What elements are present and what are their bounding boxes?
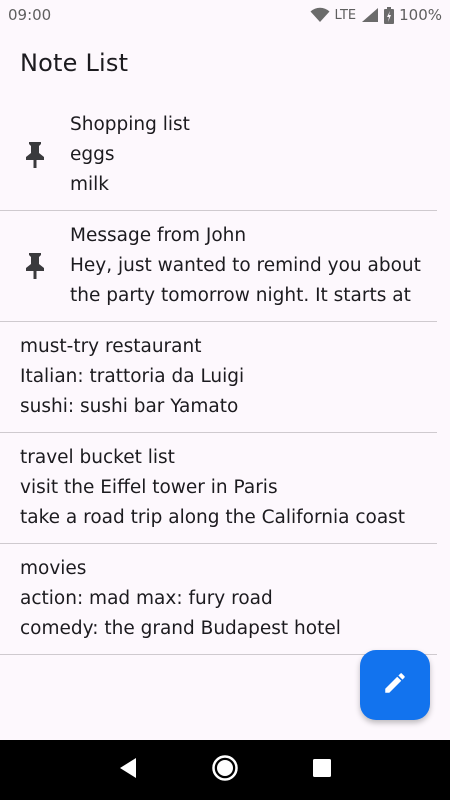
signal-icon bbox=[361, 7, 379, 23]
note-body-line: comedy: the grand Budapest hotel bbox=[20, 618, 341, 639]
note-text: movies action: mad max: fury road comedy… bbox=[0, 554, 341, 644]
edit-pencil-icon bbox=[382, 670, 408, 700]
home-icon bbox=[211, 754, 239, 786]
page-title: Note List bbox=[20, 49, 129, 77]
note-body-line: eggs bbox=[70, 144, 115, 165]
note-body-line: visit the Eiffel tower in Paris bbox=[20, 477, 278, 498]
home-button[interactable] bbox=[205, 750, 245, 790]
note-text: must-try restaurant Italian: trattoria d… bbox=[0, 332, 244, 422]
note-text: travel bucket list visit the Eiffel towe… bbox=[0, 443, 405, 533]
note-title: must-try restaurant bbox=[20, 336, 202, 357]
battery-icon bbox=[384, 6, 395, 24]
note-body-line: Italian: trattoria da Luigi bbox=[20, 366, 245, 387]
status-bar: 09:00 LTE 100% bbox=[0, 0, 450, 30]
note-body-line: the party tomorrow night. It starts at bbox=[70, 285, 411, 306]
note-body-line: Hey, just wanted to remind you about bbox=[70, 255, 421, 276]
note-body-line: take a road trip along the California co… bbox=[20, 507, 406, 528]
note-item[interactable]: Message from John Hey, just wanted to re… bbox=[0, 211, 437, 322]
back-button[interactable] bbox=[108, 750, 148, 790]
note-body-line: milk bbox=[70, 174, 110, 195]
note-text: Shopping list eggs milk bbox=[70, 110, 190, 200]
note-list[interactable]: Shopping list eggs milk Message from Joh… bbox=[0, 100, 450, 655]
screen: 09:00 LTE 100% Note List Shopping list e… bbox=[0, 0, 450, 800]
note-item[interactable]: movies action: mad max: fury road comedy… bbox=[0, 544, 437, 655]
system-nav-bar bbox=[0, 740, 450, 800]
note-title: movies bbox=[20, 558, 87, 579]
note-item[interactable]: Shopping list eggs milk bbox=[0, 100, 437, 211]
wifi-icon bbox=[310, 7, 330, 23]
recents-icon bbox=[312, 758, 332, 782]
note-item[interactable]: must-try restaurant Italian: trattoria d… bbox=[0, 322, 437, 433]
new-note-button[interactable] bbox=[360, 650, 430, 720]
note-title: Shopping list bbox=[70, 114, 190, 135]
note-text: Message from John Hey, just wanted to re… bbox=[70, 221, 421, 311]
note-title: Message from John bbox=[70, 225, 247, 246]
status-time: 09:00 bbox=[8, 6, 52, 24]
note-body-line: sushi: sushi bar Yamato bbox=[20, 396, 239, 417]
note-body-line: action: mad max: fury road bbox=[20, 588, 273, 609]
pin-icon bbox=[0, 100, 70, 210]
note-item[interactable]: travel bucket list visit the Eiffel towe… bbox=[0, 433, 437, 544]
pin-icon bbox=[0, 211, 70, 321]
status-battery: 100% bbox=[399, 6, 442, 24]
status-icons: LTE 100% bbox=[310, 6, 442, 24]
note-title: travel bucket list bbox=[20, 447, 175, 468]
recents-button[interactable] bbox=[302, 750, 342, 790]
back-icon bbox=[118, 757, 138, 783]
status-network: LTE bbox=[334, 7, 357, 23]
